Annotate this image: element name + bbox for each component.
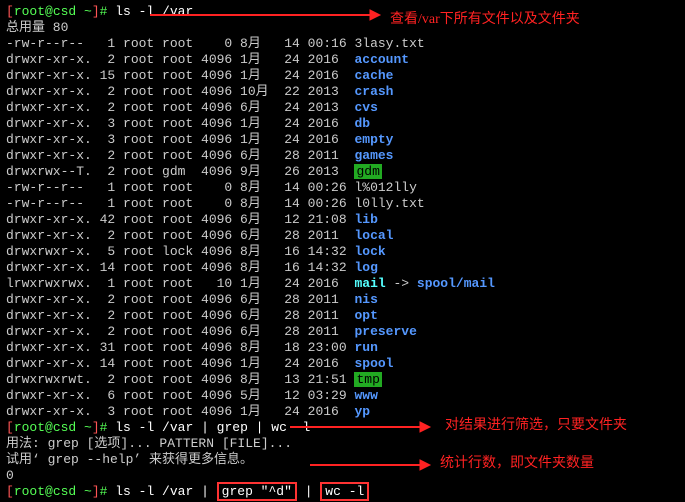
file-name: spool (354, 356, 393, 371)
grep-usage: 用法: grep [选项]... PATTERN [FILE]... (6, 436, 679, 452)
file-name: lock (354, 244, 385, 259)
link-target: spool/mail (417, 276, 495, 291)
prompt-hash: # (100, 484, 116, 499)
file-name: crash (354, 84, 393, 99)
file-name: www (354, 388, 377, 403)
ls-row: -rw-r--r-- 1 root root 0 8月 14 00:16 3la… (6, 36, 679, 52)
ls-row: drwxr-xr-x. 14 root root 4096 8月 16 14:3… (6, 260, 679, 276)
file-name: cvs (354, 100, 377, 115)
prompt-line: [root@csd ~]# ls -l /var (6, 4, 679, 20)
ls-row: drwxr-xr-x. 2 root root 4096 6月 28 2011 … (6, 308, 679, 324)
prompt-userhost: root@csd ~ (14, 4, 92, 19)
ls-row: drwxr-xr-x. 2 root root 4096 6月 28 2011 … (6, 148, 679, 164)
file-name: mail (354, 276, 385, 291)
terminal-output: [root@csd ~]# ls -l /var总用量 80-rw-r--r--… (0, 0, 685, 502)
ls-row: drwxr-xr-x. 14 root root 4096 1月 24 2016… (6, 356, 679, 372)
file-name: tmp (354, 372, 381, 387)
command-text[interactable]: | (297, 484, 320, 499)
ls-row: drwxr-xr-x. 2 root root 4096 6月 28 2011 … (6, 228, 679, 244)
prompt-hash: # (100, 4, 116, 19)
prompt-bracket: ] (92, 484, 100, 499)
prompt-hash: # (100, 420, 116, 435)
ls-row: drwxr-xr-x. 2 root root 4096 6月 28 2011 … (6, 292, 679, 308)
ls-row: -rw-r--r-- 1 root root 0 8月 14 00:26 l%0… (6, 180, 679, 196)
file-name: yp (354, 404, 370, 419)
command-text[interactable]: ls -l /var | grep | wc -l (115, 420, 310, 435)
command-text[interactable]: ls -l /var | (115, 484, 216, 499)
grep-filter-box[interactable]: grep "^d" (217, 482, 297, 501)
prompt-line: [root@csd ~]# ls -l /var | grep "^d" | w… (6, 484, 679, 500)
ls-row: -rw-r--r-- 1 root root 0 8月 14 00:26 l0l… (6, 196, 679, 212)
ls-row: drwxr-xr-x. 2 root root 4096 6月 28 2011 … (6, 324, 679, 340)
ls-row: drwxrwxrwt. 2 root root 4096 8月 13 21:51… (6, 372, 679, 388)
file-name: cache (354, 68, 393, 83)
ls-row: drwxr-xr-x. 31 root root 4096 8月 18 23:0… (6, 340, 679, 356)
ls-row: lrwxrwxrwx. 1 root root 10 1月 24 2016 ma… (6, 276, 679, 292)
prompt-line: [root@csd ~]# ls -l /var | grep | wc -l (6, 420, 679, 436)
file-name: account (354, 52, 409, 67)
link-arrow: -> (386, 276, 417, 291)
file-name: l0lly.txt (354, 196, 424, 211)
prompt-bracket: [ (6, 4, 14, 19)
prompt-userhost: root@csd ~ (14, 484, 92, 499)
ls-row: drwxr-xr-x. 3 root root 4096 1月 24 2016 … (6, 404, 679, 420)
file-name: opt (354, 308, 377, 323)
file-name: 3lasy.txt (354, 36, 424, 51)
file-name: lib (354, 212, 377, 227)
file-name: l%012lly (354, 180, 416, 195)
total-line: 总用量 80 (6, 20, 679, 36)
ls-row: drwxr-xr-x. 3 root root 4096 1月 24 2016 … (6, 116, 679, 132)
prompt-bracket: ] (92, 420, 100, 435)
file-name: log (354, 260, 377, 275)
ls-row: drwxr-xr-x. 3 root root 4096 1月 24 2016 … (6, 132, 679, 148)
command-text[interactable]: ls -l /var (115, 4, 193, 19)
file-name: run (354, 340, 377, 355)
ls-row: drwxrwx--T. 2 root gdm 4096 9月 26 2013 g… (6, 164, 679, 180)
file-name: preserve (354, 324, 416, 339)
prompt-bracket: ] (92, 4, 100, 19)
file-name: games (354, 148, 393, 163)
wc-count-box[interactable]: wc -l (320, 482, 369, 501)
file-name: nis (354, 292, 377, 307)
file-name: db (354, 116, 370, 131)
ls-row: drwxr-xr-x. 2 root root 4096 6月 24 2013 … (6, 100, 679, 116)
prompt-bracket: [ (6, 484, 14, 499)
file-name: empty (354, 132, 393, 147)
file-name: gdm (354, 164, 381, 179)
ls-row: drwxr-xr-x. 2 root root 4096 1月 24 2016 … (6, 52, 679, 68)
ls-row: drwxr-xr-x. 2 root root 4096 10月 22 2013… (6, 84, 679, 100)
file-name: local (354, 228, 393, 243)
prompt-bracket: [ (6, 420, 14, 435)
prompt-userhost: root@csd ~ (14, 420, 92, 435)
ls-row: drwxr-xr-x. 6 root root 4096 5月 12 03:29… (6, 388, 679, 404)
grep-usage: 试用‘ grep --help’ 来获得更多信息。 (6, 452, 679, 468)
ls-row: drwxr-xr-x. 42 root root 4096 6月 12 21:0… (6, 212, 679, 228)
ls-row: drwxrwxr-x. 5 root lock 4096 8月 16 14:32… (6, 244, 679, 260)
ls-row: drwxr-xr-x. 15 root root 4096 1月 24 2016… (6, 68, 679, 84)
